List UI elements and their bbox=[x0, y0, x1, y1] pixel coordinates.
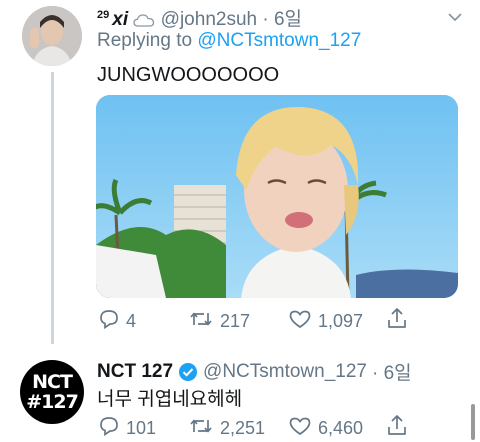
tweet1-rank: 29 bbox=[97, 8, 110, 21]
avatar-logo-line1: NCT bbox=[32, 370, 73, 393]
tweet1-reply-count: 4 bbox=[126, 311, 137, 331]
replying-handle-link[interactable]: @NCTsmtown_127 bbox=[197, 30, 361, 51]
thread-connector-line bbox=[51, 72, 54, 344]
tweet1-like-button[interactable]: 1,097 bbox=[288, 308, 363, 335]
replying-to-line: Replying to @NCTsmtown_127 bbox=[97, 30, 361, 52]
tweet1-text: JUNGWOOOOOOO bbox=[97, 64, 280, 86]
avatar-nct127[interactable]: NCT #127 bbox=[20, 360, 84, 424]
tweet1-media-image[interactable] bbox=[96, 95, 458, 298]
tweet1-reply-button[interactable]: 4 bbox=[98, 308, 136, 335]
reply-icon bbox=[98, 415, 120, 442]
tweet1-time[interactable]: · 6일 bbox=[262, 9, 302, 30]
reply-icon bbox=[98, 308, 120, 335]
tweet2-share-button[interactable] bbox=[386, 413, 408, 442]
tweet1-like-count: 1,097 bbox=[318, 311, 364, 331]
tweet1-retweet-button[interactable]: 217 bbox=[188, 308, 250, 335]
avatar-john2suh[interactable] bbox=[22, 6, 82, 66]
tweet1-share-button[interactable] bbox=[386, 306, 408, 335]
tweet2-reply-count: 101 bbox=[126, 418, 157, 438]
retweet-icon bbox=[188, 415, 214, 442]
avatar-logo-line2: #127 bbox=[26, 390, 79, 413]
tweet2-display-name[interactable]: NCT 127 bbox=[97, 361, 173, 383]
tweet2-reply-button[interactable]: 101 bbox=[98, 415, 156, 442]
like-icon bbox=[288, 415, 312, 442]
tweet1-display-name[interactable]: xi bbox=[112, 9, 128, 30]
share-icon bbox=[386, 306, 408, 335]
tweet2-like-button[interactable]: 6,460 bbox=[288, 415, 363, 442]
tweet1-header: 29 xi @john2suh · 6일 bbox=[97, 4, 302, 33]
tweet2-like-count: 6,460 bbox=[318, 418, 364, 438]
scrollbar[interactable] bbox=[471, 404, 475, 440]
verified-badge-icon bbox=[178, 362, 198, 382]
tweet2-retweet-count: 2,251 bbox=[220, 418, 266, 438]
share-icon bbox=[386, 413, 408, 442]
like-icon bbox=[288, 308, 312, 335]
tweet2-retweet-button[interactable]: 2,251 bbox=[188, 415, 265, 442]
retweet-icon bbox=[188, 308, 214, 335]
tweet1-handle[interactable]: @john2suh bbox=[161, 9, 257, 30]
tweet2-handle[interactable]: @NCTsmtown_127 bbox=[203, 361, 367, 383]
tweet1-retweet-count: 217 bbox=[220, 311, 251, 331]
tweet2-header: NCT 127 @NCTsmtown_127 · 6일 bbox=[97, 358, 412, 385]
replying-prefix: Replying to bbox=[97, 30, 193, 51]
tweet2-text: 너무 귀엽네요헤헤 bbox=[97, 389, 243, 410]
tweet2-time[interactable]: · 6일 bbox=[372, 358, 412, 385]
chevron-down-icon[interactable] bbox=[446, 8, 464, 31]
